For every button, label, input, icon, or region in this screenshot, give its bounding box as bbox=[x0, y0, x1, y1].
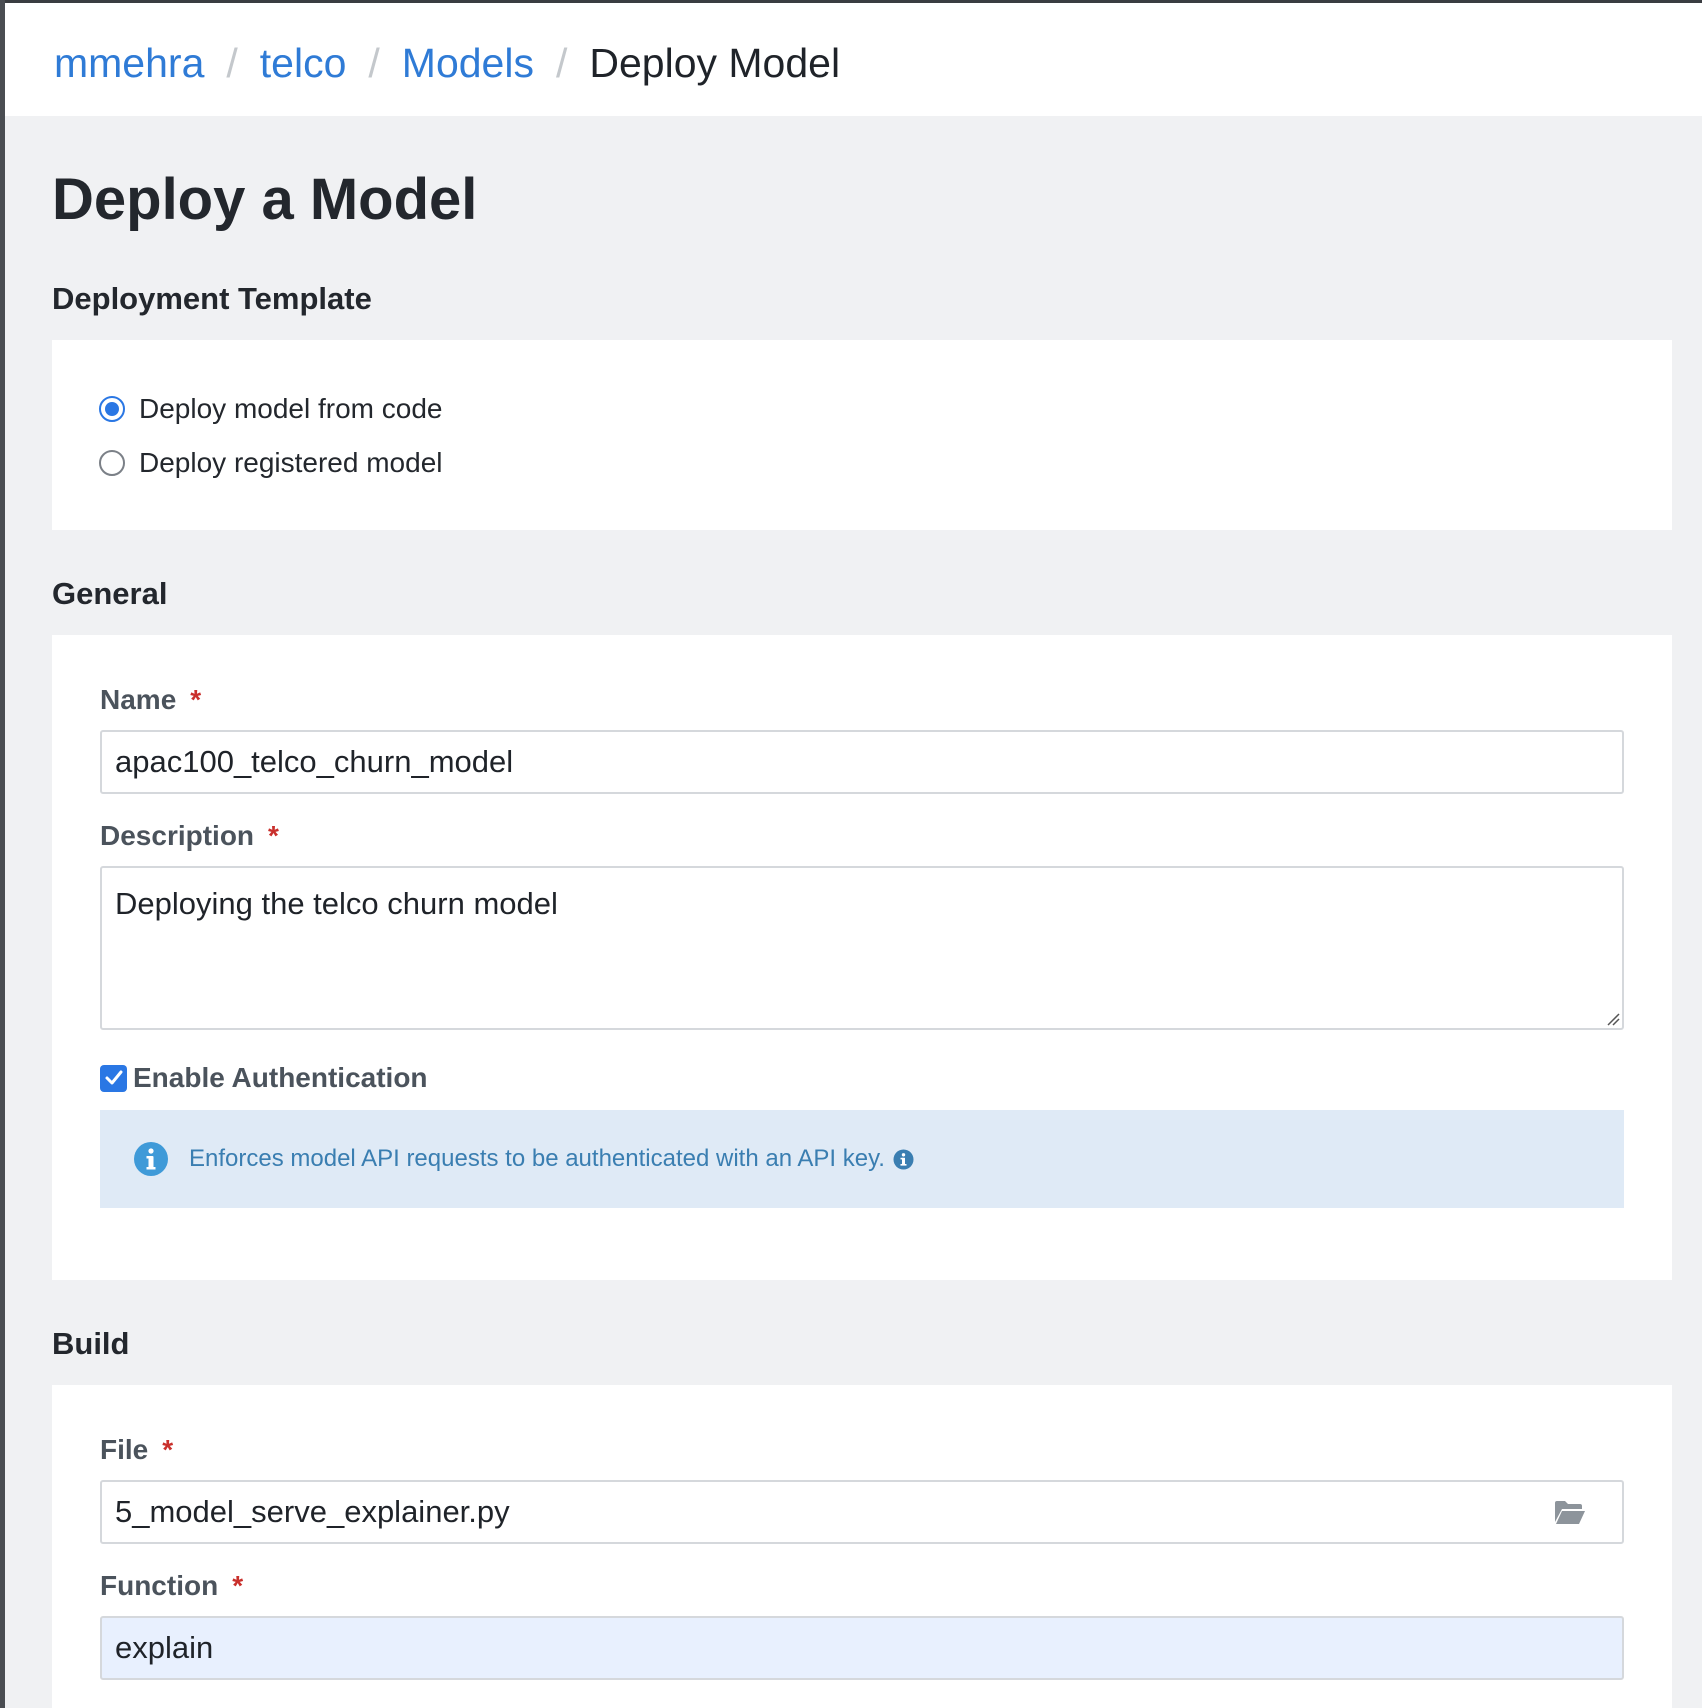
breadcrumb-models-link[interactable]: Models bbox=[402, 40, 534, 87]
breadcrumb-separator: / bbox=[555, 39, 568, 86]
general-panel: Name * apac100_telco_churn_model Descrip… bbox=[52, 635, 1672, 1280]
window-left-border bbox=[0, 0, 5, 1708]
breadcrumb-separator: / bbox=[226, 39, 238, 86]
folder-open-icon[interactable] bbox=[1554, 1500, 1586, 1526]
file-label: File * bbox=[100, 1434, 173, 1466]
help-info-icon[interactable] bbox=[893, 1149, 914, 1170]
breadcrumb-current: Deploy Model bbox=[589, 39, 841, 86]
description-text: Deploying the telco churn model bbox=[115, 886, 558, 921]
checkmark-icon bbox=[105, 1070, 122, 1085]
radio-button-checked[interactable] bbox=[99, 396, 125, 422]
radio-label: Deploy model from code bbox=[139, 393, 443, 424]
function-input[interactable]: explain bbox=[100, 1616, 1624, 1680]
file-input[interactable]: 5_model_serve_explainer.py bbox=[100, 1480, 1624, 1544]
authentication-info-alert: Enforces model API requests to be authen… bbox=[100, 1110, 1624, 1208]
function-label-text: Function bbox=[100, 1570, 219, 1601]
name-label: Name * bbox=[100, 684, 201, 716]
required-asterisk: * bbox=[190, 684, 202, 715]
top-header: mmehra / telco / Models / Deploy Model bbox=[5, 3, 1702, 116]
section-title-build: Build bbox=[52, 1326, 130, 1361]
radio-label: Deploy registered model bbox=[139, 447, 443, 478]
breadcrumb-separator: / bbox=[368, 39, 380, 86]
checkbox-checked[interactable] bbox=[100, 1064, 127, 1092]
function-label: Function * bbox=[100, 1570, 243, 1602]
breadcrumb-user-link[interactable]: mmehra bbox=[54, 40, 204, 87]
description-label-text: Description bbox=[100, 820, 255, 851]
required-asterisk: * bbox=[232, 1570, 244, 1601]
description-textarea[interactable]: Deploying the telco churn model bbox=[100, 866, 1624, 1030]
enable-authentication-checkbox[interactable]: Enable Authentication bbox=[100, 1062, 428, 1094]
deployment-template-panel: Deploy model from code Deploy registered… bbox=[52, 340, 1672, 530]
section-title-general: General bbox=[52, 576, 168, 611]
info-message: Enforces model API requests to be authen… bbox=[189, 1145, 885, 1172]
build-panel: File * 5_model_serve_explainer.py Functi… bbox=[52, 1385, 1672, 1708]
section-title-deployment-template: Deployment Template bbox=[52, 281, 372, 316]
breadcrumb: mmehra / telco / Models / Deploy Model bbox=[54, 33, 840, 93]
resize-grip-icon[interactable] bbox=[1606, 1012, 1620, 1026]
breadcrumb-project-link[interactable]: telco bbox=[260, 40, 347, 87]
required-asterisk: * bbox=[162, 1434, 174, 1465]
radio-button-unchecked[interactable] bbox=[99, 450, 125, 476]
radio-deploy-from-code[interactable]: Deploy model from code bbox=[99, 393, 442, 425]
required-asterisk: * bbox=[268, 820, 279, 851]
info-circle-icon bbox=[134, 1142, 168, 1176]
page-title: Deploy a Model bbox=[52, 167, 478, 232]
file-input-value: 5_model_serve_explainer.py bbox=[115, 1494, 510, 1529]
file-label-text: File bbox=[100, 1434, 149, 1465]
radio-deploy-registered[interactable]: Deploy registered model bbox=[99, 447, 443, 479]
enable-authentication-label: Enable Authentication bbox=[133, 1062, 428, 1093]
name-label-text: Name bbox=[100, 684, 177, 715]
description-label: Description * bbox=[100, 820, 279, 852]
name-input[interactable]: apac100_telco_churn_model bbox=[100, 730, 1624, 794]
